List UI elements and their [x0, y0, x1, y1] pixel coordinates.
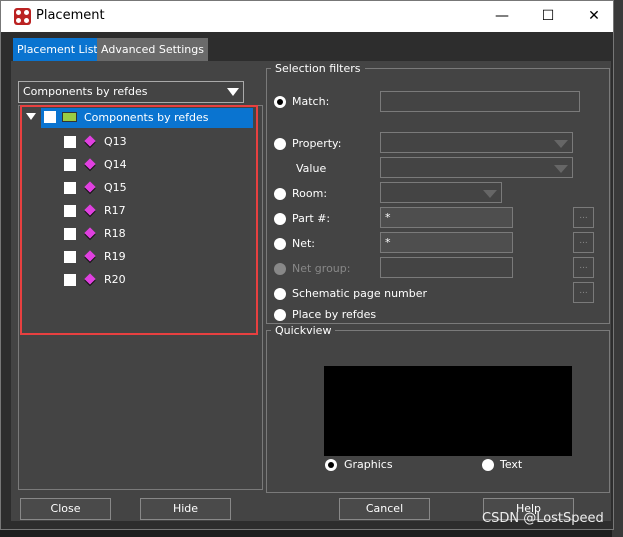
hide-button[interactable]: Hide: [140, 498, 231, 520]
highlight-annotation-box: [20, 105, 258, 335]
selection-filters-title: Selection filters: [271, 62, 365, 75]
window-title: Placement: [36, 8, 105, 23]
tab-placement-list[interactable]: Placement List: [13, 38, 102, 61]
tab-advanced-settings[interactable]: Advanced Settings: [97, 38, 208, 61]
close-window-button[interactable]: ✕: [571, 1, 617, 32]
room-label: Room:: [292, 187, 328, 200]
schematic-page-label: Schematic page number: [292, 287, 428, 300]
property-dropdown[interactable]: [380, 132, 573, 153]
net-group-radio: [274, 263, 286, 275]
schematic-page-radio[interactable]: [274, 288, 286, 300]
chevron-down-icon: [227, 88, 239, 96]
placement-dialog: Placement — ☐ ✕ Placement List Advanced …: [0, 0, 614, 530]
list-type-dropdown[interactable]: Components by refdes: [18, 81, 244, 103]
graphics-label: Graphics: [344, 458, 393, 471]
minimize-button[interactable]: —: [479, 1, 525, 32]
property-radio[interactable]: [274, 138, 286, 150]
dropdown-value: Components by refdes: [23, 85, 148, 98]
graphics-radio[interactable]: [325, 459, 337, 471]
value-label: Value: [296, 162, 327, 175]
close-button[interactable]: Close: [20, 498, 111, 520]
net-input[interactable]: *: [380, 232, 513, 253]
watermark: CSDN @LostSpeed: [482, 511, 604, 526]
quickview-canvas: [324, 366, 572, 456]
net-label: Net:: [292, 237, 316, 250]
chevron-down-icon: [554, 140, 568, 148]
room-radio[interactable]: [274, 188, 286, 200]
part-label: Part #:: [292, 212, 331, 225]
app-icon: [14, 8, 31, 25]
match-input[interactable]: [380, 91, 580, 112]
text-label: Text: [500, 458, 523, 471]
chevron-down-icon: [554, 165, 568, 173]
text-radio[interactable]: [482, 459, 494, 471]
value-dropdown[interactable]: [380, 157, 573, 178]
chevron-down-icon: [483, 190, 497, 198]
net-radio[interactable]: [274, 238, 286, 250]
property-label: Property:: [292, 137, 342, 150]
part-radio[interactable]: [274, 213, 286, 225]
schematic-browse-button[interactable]: ...: [573, 282, 594, 303]
quickview-title: Quickview: [271, 324, 336, 337]
match-label: Match:: [292, 95, 330, 108]
match-radio[interactable]: [274, 96, 286, 108]
title-bar: Placement — ☐ ✕: [1, 1, 613, 32]
place-by-refdes-label: Place by refdes: [292, 308, 377, 321]
net-browse-button[interactable]: ...: [573, 232, 594, 253]
net-group-browse-button: ...: [573, 257, 594, 278]
part-browse-button[interactable]: ...: [573, 207, 594, 228]
place-by-refdes-radio[interactable]: [274, 309, 286, 321]
cancel-button[interactable]: Cancel: [339, 498, 430, 520]
maximize-button[interactable]: ☐: [525, 1, 571, 32]
part-input[interactable]: *: [380, 207, 513, 228]
net-group-input: [380, 257, 513, 278]
net-group-label: Net group:: [292, 262, 351, 275]
room-dropdown[interactable]: [380, 182, 502, 203]
